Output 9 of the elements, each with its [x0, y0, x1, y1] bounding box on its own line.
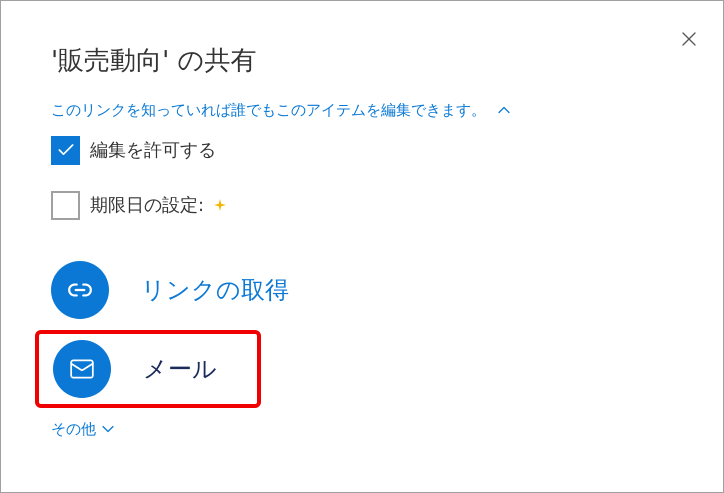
more-options-link[interactable]: その他: [51, 418, 118, 440]
checkbox[interactable]: [51, 190, 80, 220]
checkbox[interactable]: [51, 136, 80, 164]
dialog-title: '販売動向' の共有: [51, 45, 258, 78]
share-option[interactable]: リンクの取得: [35, 254, 301, 326]
checkbox-label: 編集を許可する: [90, 138, 216, 162]
checkbox-label: 期限日の設定:: [90, 194, 204, 218]
share-option[interactable]: メール: [35, 330, 261, 408]
link-permission-toggle[interactable]: このリンクを知っていれば誰でもこのアイテムを編集できます。: [51, 99, 723, 122]
